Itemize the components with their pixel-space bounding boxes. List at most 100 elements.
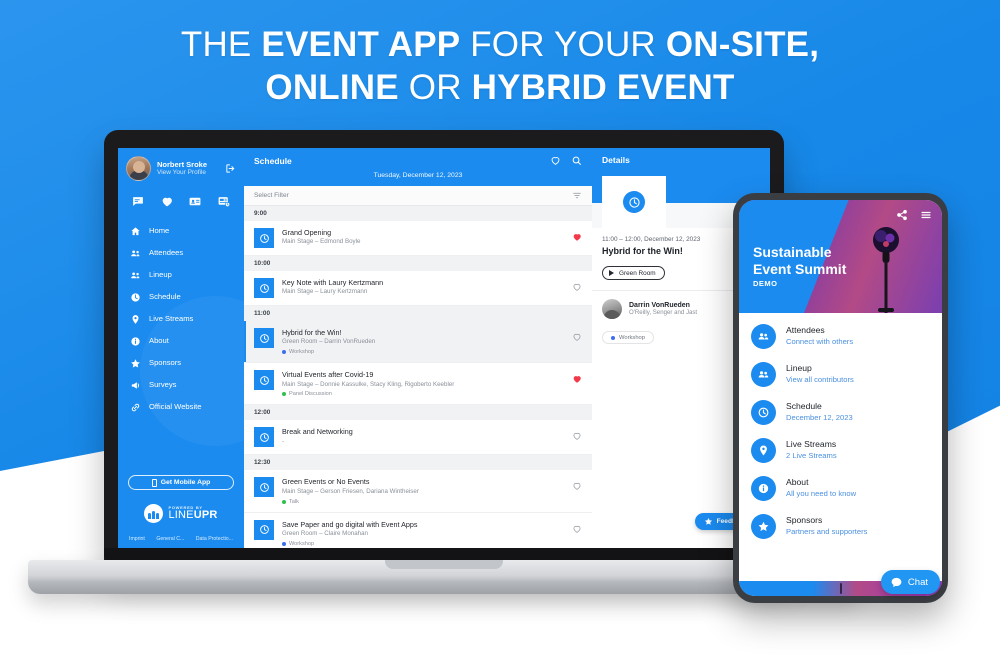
logout-icon[interactable] [225,163,236,174]
event-thumbnail [254,519,274,540]
event-row[interactable]: Grand Opening Main Stage – Edmond Boyle [244,221,592,256]
heart-icon[interactable] [572,332,582,342]
tag-dot [611,335,615,340]
sidebar-item-live-streams[interactable]: Live Streams [118,308,244,330]
page-title: Schedule [254,155,292,166]
brand-name: LINEUPR [168,510,217,521]
event-body: Key Note with Laury Kertzmann Main Stage … [282,278,564,297]
menu-item-icon [751,361,776,387]
headline-line-2: ONLINE OR HYBRID EVENT [0,67,1000,110]
sidebar-item-official-website[interactable]: Official Website [118,396,244,418]
sidebar-item-label: Lineup [149,270,172,280]
phone-event-name-line1: Sustainable [753,244,832,260]
avatar [602,299,622,319]
details-hero-image [602,176,666,228]
phone-menu-item-live-streams[interactable]: Live Streams 2 Live Streams [739,431,942,469]
sidebar-item-label: Sponsors [149,358,182,368]
hamburger-menu-icon[interactable] [920,209,932,221]
heart-icon[interactable] [572,431,582,441]
news-calendar-icon[interactable] [217,195,231,208]
sidebar-item-surveys[interactable]: Surveys [118,374,244,396]
event-row[interactable]: Key Note with Laury Kertzmann Main Stage … [244,271,592,306]
sidebar-item-sponsors[interactable]: Sponsors [118,352,244,374]
heart-icon[interactable] [160,195,174,208]
menu-item-text: Lineup View all contributors [786,363,854,385]
details-speaker-text: Darrin VonRueden O'Reilly, Senger and Ja… [629,302,697,317]
clock-icon [259,525,269,535]
chat-button[interactable]: Chat [880,570,940,594]
sidebar-item-about[interactable]: About [118,330,244,352]
heart-icon[interactable] [572,374,582,384]
phone-menu-item-about[interactable]: About All you need to know [739,469,942,507]
get-mobile-app-button[interactable]: Get Mobile App [128,475,234,490]
filter-select[interactable]: Select Filter [244,186,592,206]
tag-dot [282,499,286,504]
event-row[interactable]: Virtual Events after Covid-19 Main Stage … [244,363,592,406]
heart-icon[interactable] [572,232,582,242]
clock-badge [623,191,645,213]
heart-icon[interactable] [550,155,561,166]
footer-link-data-protection[interactable]: Data Protectio... [196,536,233,542]
microphone-image [873,227,899,313]
event-row[interactable]: Save Paper and go digital with Event App… [244,512,592,548]
footer-link-general-conditions[interactable]: General C... [156,536,184,542]
details-tag-chip: Workshop [602,331,654,344]
chat-icon[interactable] [131,195,145,208]
laptop-screen: Norbert Sroke View Your Profile Home Att… [118,148,770,548]
sidebar-item-home[interactable]: Home [118,220,244,242]
phone-menu-item-schedule[interactable]: Schedule December 12, 2023 [739,393,942,431]
get-mobile-app-label: Get Mobile App [160,479,211,486]
event-row[interactable]: Hybrid for the Win! Green Room – Darrin V… [244,321,592,364]
people-icon [131,272,140,278]
menu-item-text: Schedule December 12, 2023 [786,401,853,423]
details-room-button[interactable]: Green Room [602,266,665,280]
megaphone-icon [131,381,139,389]
clock-icon [259,233,269,243]
event-title: Green Events or No Events [282,477,370,487]
event-tag: Workshop [282,541,564,547]
share-icon[interactable] [896,209,908,221]
event-thumbnail [254,427,274,448]
event-title: Hybrid for the Win! [282,328,342,337]
contact-card-icon[interactable] [188,195,202,208]
phone-menu-item-lineup[interactable]: Lineup View all contributors [739,355,942,393]
sidebar-item-attendees[interactable]: Attendees [118,242,244,264]
phone-menu-item-sponsors[interactable]: Sponsors Partners and supporters [739,507,942,545]
event-thumbnail [254,477,274,498]
sidebar-item-schedule[interactable]: Schedule [118,286,244,308]
event-row[interactable]: Break and Networking - [244,420,592,456]
heart-icon[interactable] [572,282,582,292]
details-tag-label: Workshop [619,334,645,341]
profile-subtitle: View Your Profile [157,169,207,177]
sidebar-quick-actions [118,188,244,216]
event-title: Break and Networking [282,427,353,437]
event-body: Save Paper and go digital with Event App… [282,520,564,547]
phone-menu-item-attendees[interactable]: Attendees Connect with others [739,317,942,355]
sidebar-footer-links: Imprint General C... Data Protectio... [128,536,234,542]
headline-part-7: HYBRID EVENT [471,67,735,107]
menu-item-icon [751,323,776,349]
event-body: Grand Opening Main Stage – Edmond Boyle [282,228,564,247]
sidebar-item-label: Live Streams [149,314,194,324]
details-speaker-company: O'Reilly, Senger and Jast [629,309,698,317]
search-icon[interactable] [571,155,582,166]
event-body: Hybrid for the Win! Green Room – Darrin V… [282,328,564,355]
sidebar-item-label: About [149,336,169,346]
footer-link-imprint[interactable]: Imprint [129,536,145,542]
menu-item-label: Sponsors [786,515,823,526]
phone-demo-badge: DEMO [753,279,778,289]
tag-dot [282,350,286,355]
filter-icon[interactable] [572,191,582,200]
event-body: Break and Networking - [282,427,564,446]
clock-icon [758,407,769,417]
heart-icon[interactable] [572,481,582,491]
heart-icon[interactable] [572,524,582,534]
menu-item-icon [751,399,776,425]
event-row[interactable]: Green Events or No Events Main Stage – Ge… [244,470,592,513]
sidebar-item-lineup[interactable]: Lineup [118,264,244,286]
time-separator: 9:00 [244,206,592,221]
info-icon [758,483,769,493]
sidebar-profile[interactable]: Norbert Sroke View Your Profile [118,148,244,188]
profile-name: Norbert Sroke [157,159,208,169]
time-separator: 11:00 [244,306,592,321]
